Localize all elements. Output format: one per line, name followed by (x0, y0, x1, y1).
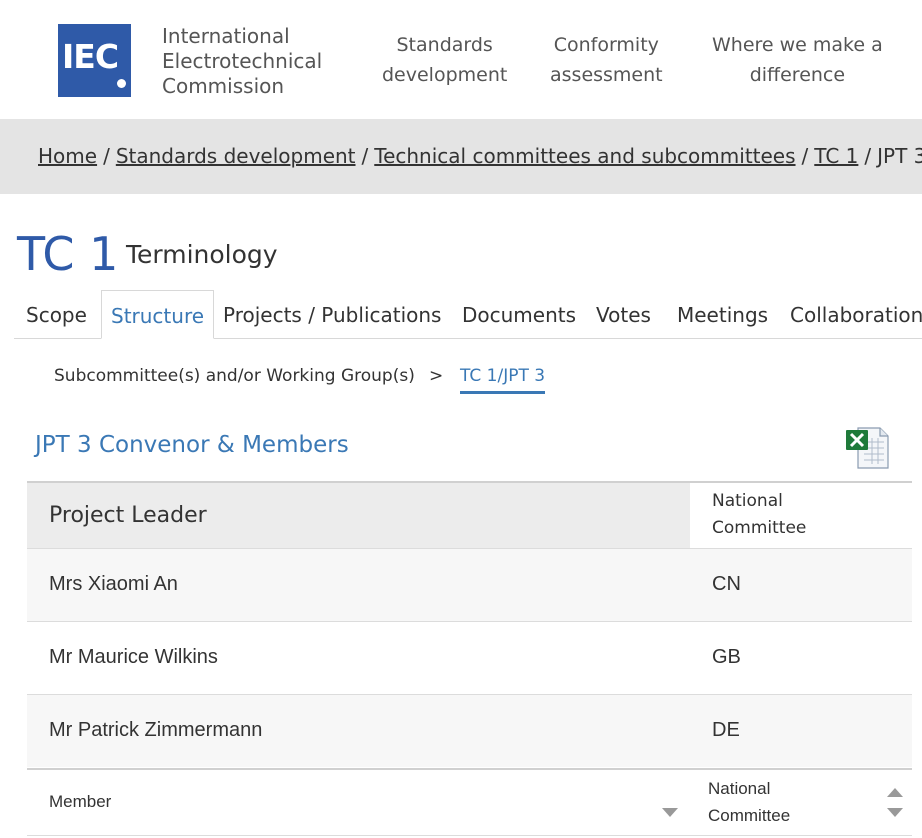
breadcrumb: Home / Standards development / Technical com… (38, 144, 922, 168)
member-name: Mr Maurice Wilkins (27, 620, 690, 694)
breadcrumb-separator: / (361, 144, 369, 168)
tab-meetings[interactable]: Meetings (677, 290, 768, 339)
site-header: IEC International Electrotechnical Commi… (0, 0, 922, 119)
iec-logo[interactable]: IEC (58, 24, 131, 97)
project-leader-table: Project Leader National Committee Mrs Xi… (27, 481, 912, 767)
tab-collaboration[interactable]: Collaboration (790, 290, 922, 339)
breadcrumb-link-home[interactable]: Home (38, 144, 97, 168)
breadcrumb-separator: / (801, 144, 809, 168)
member-name: Mrs Xiaomi An (27, 547, 690, 621)
committee-name: Terminology (126, 240, 278, 269)
sort-up-icon[interactable] (887, 788, 903, 797)
breadcrumb-current: JPT 3 (877, 144, 922, 168)
breadcrumb-separator: / (864, 144, 872, 168)
nav-label: Where we make a (712, 34, 883, 56)
member-nc: GB (690, 620, 912, 694)
breadcrumb-link-technical-committees[interactable]: Technical committees and subcommittees (374, 144, 795, 168)
sort-down-icon[interactable] (662, 808, 678, 817)
nav-conformity-assessment[interactable]: Conformity assessment (550, 30, 663, 90)
header-line: National (708, 779, 771, 799)
header-label: Member (49, 792, 112, 812)
member-nc: DE (690, 693, 912, 767)
sort-down-icon[interactable] (887, 808, 903, 817)
section-title: JPT 3 Convenor & Members (35, 432, 349, 458)
nav-where-we-make-a-difference[interactable]: Where we make a difference (712, 30, 883, 90)
table-row: Mr Patrick Zimmermann DE (27, 693, 912, 767)
table-row: Mr Maurice Wilkins GB (27, 620, 912, 694)
breadcrumb-link-standards-development[interactable]: Standards development (116, 144, 356, 168)
logo-text: IEC (62, 37, 119, 76)
tab-scope[interactable]: Scope (26, 290, 87, 339)
org-name[interactable]: International Electrotechnical Commissio… (162, 24, 322, 99)
org-name-line: Commission (162, 74, 285, 98)
tab-bar: Scope Structure Projects / Publications … (14, 290, 922, 339)
table-header-row: Project Leader National Committee (27, 482, 912, 548)
nav-label: assessment (550, 64, 663, 86)
member-nc: CN (690, 547, 912, 621)
tab-structure[interactable]: Structure (101, 290, 215, 339)
breadcrumb-bar: Home / Standards development / Technical com… (0, 119, 922, 194)
member-name: Mr Patrick Zimmermann (27, 693, 690, 767)
nav-label: Standards (396, 34, 493, 56)
tab-projects-publications[interactable]: Projects / Publications (223, 290, 441, 339)
committee-code: TC 1 (17, 227, 119, 281)
column-header-national-committee[interactable]: National Committee (690, 769, 912, 835)
tab-votes[interactable]: Votes (596, 290, 651, 339)
excel-export-icon[interactable] (844, 424, 892, 470)
nav-label: difference (749, 64, 846, 86)
org-name-line: Electrotechnical (162, 49, 323, 73)
nav-standards-development[interactable]: Standards development (382, 30, 507, 90)
nav-label: development (382, 64, 508, 86)
org-name-line: International (162, 24, 290, 48)
column-header-member[interactable]: Member (27, 769, 690, 835)
nav-label: Conformity (553, 34, 659, 56)
table-header-row: Member National Committee (27, 769, 912, 835)
table-row: Mrs Xiaomi An CN (27, 547, 912, 621)
subnav-arrow: > (429, 366, 444, 386)
header-line: Committee (708, 806, 791, 826)
member-table: Member National Committee (27, 768, 912, 836)
header-line: Committee (712, 518, 807, 539)
column-header-project-leader[interactable]: Project Leader (27, 482, 690, 548)
tab-documents[interactable]: Documents (462, 290, 576, 339)
column-header-national-committee[interactable]: National Committee (690, 482, 912, 548)
breadcrumb-separator: / (103, 144, 110, 168)
subnav-current[interactable]: TC 1/JPT 3 (460, 366, 546, 394)
header-line: National (712, 491, 783, 512)
logo-dot (117, 79, 126, 88)
breadcrumb-link-tc1[interactable]: TC 1 (814, 144, 858, 168)
subnav-parent-link[interactable]: Subcommittee(s) and/or Working Group(s) (54, 366, 415, 386)
